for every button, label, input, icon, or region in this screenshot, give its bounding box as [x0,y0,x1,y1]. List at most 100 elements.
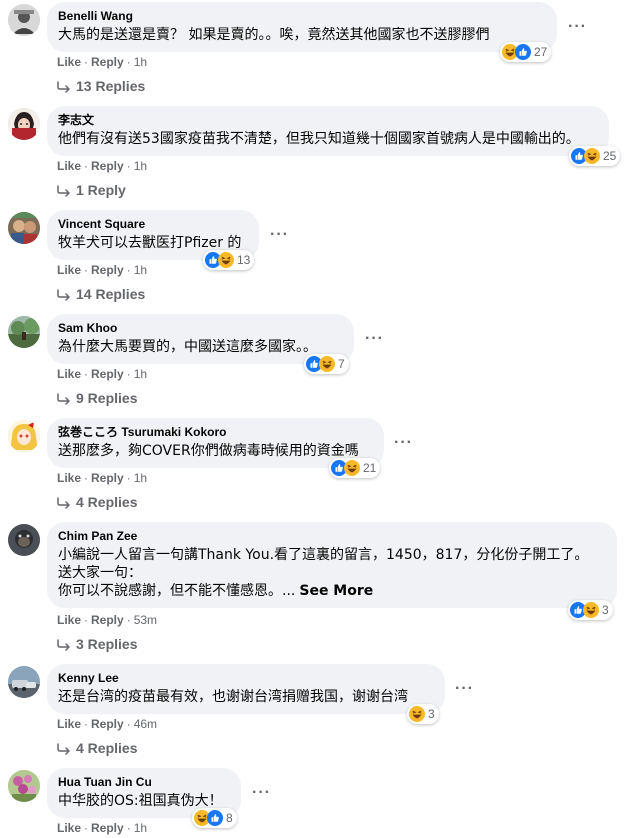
more-options-icon[interactable]: ··· [394,435,413,451]
comment-author[interactable]: Chim Pan Zee [58,529,605,543]
comment-bubble: Benelli Wang 大馬的是送還是賣？ 如果是賣的。。唉，竟然送其他國家也不… [47,2,557,52]
like-button[interactable]: Like [57,367,81,381]
view-replies-link[interactable]: 4 Replies [57,740,137,758]
view-replies-link[interactable]: 3 Replies [57,636,137,654]
replies-count-label: 14 Replies [76,286,146,302]
reply-arrow-icon [57,742,71,758]
avatar[interactable] [8,524,40,556]
like-button[interactable]: Like [57,821,81,835]
replies-count-label: 4 Replies [76,494,138,510]
reply-arrow-icon [57,80,71,96]
reply-arrow-icon [57,288,71,304]
comment-timestamp[interactable]: 1h [134,263,147,277]
comment-text: 他們有沒有送53國家疫苗我不清楚，但我只知道幾十個國家首號病人是中國輸出的。 [58,130,597,148]
more-options-icon[interactable]: ··· [568,19,587,35]
reaction-summary[interactable]: 25 [569,146,621,166]
separator-dot: · [84,159,89,173]
reply-button[interactable]: Reply [91,471,124,485]
more-options-icon[interactable]: ··· [270,227,289,243]
comment-timestamp[interactable]: 1h [134,159,147,173]
avatar[interactable] [8,212,40,244]
separator-dot: · [84,717,89,731]
view-replies-link[interactable]: 13 Replies [57,78,145,96]
more-options-icon[interactable]: ··· [365,331,384,347]
separator-dot: · [126,367,131,381]
replies-count-label: 1 Reply [76,182,126,198]
haha-reaction-icon [319,356,335,372]
reaction-count: 8 [226,811,233,825]
view-replies-link[interactable]: 1 Reply [57,182,126,200]
comment-text-line: 中华胶的OS:祖国真伪大！ [58,793,223,809]
comment-timestamp[interactable]: 1h [134,471,147,485]
like-button[interactable]: Like [57,263,81,277]
reply-button[interactable]: Reply [91,159,124,173]
like-button[interactable]: Like [57,471,81,485]
reaction-summary[interactable]: 3 [407,704,439,724]
separator-dot: · [126,55,131,69]
comment-actions: Like · Reply · 1h [57,55,147,69]
more-options-icon[interactable]: ··· [455,681,474,697]
avatar[interactable] [8,420,40,452]
reaction-count: 21 [363,461,377,475]
reaction-count: 3 [602,603,609,617]
reply-button[interactable]: Reply [91,717,124,731]
comment-text-line: 為什麼大馬要買的，中國送這麼多國家。。 [58,339,317,355]
comment-timestamp[interactable]: 1h [134,821,147,835]
reaction-summary[interactable]: 8 [192,808,237,828]
view-replies-link[interactable]: 9 Replies [57,390,137,408]
reply-button[interactable]: Reply [91,821,124,835]
more-options-icon[interactable]: ··· [252,785,271,801]
comment-author[interactable]: Sam Khoo [58,321,342,335]
separator-dot: · [126,821,131,835]
reply-button[interactable]: Reply [91,55,124,69]
comment-timestamp[interactable]: 1h [134,367,147,381]
like-button[interactable]: Like [57,55,81,69]
reaction-summary[interactable]: 27 [500,42,552,62]
avatar[interactable] [8,316,40,348]
separator-dot: · [126,471,131,485]
comment-author[interactable]: Kenny Lee [58,671,433,685]
separator-dot: · [84,55,89,69]
view-replies-link[interactable]: 14 Replies [57,286,145,304]
like-button[interactable]: Like [57,717,81,731]
like-button[interactable]: Like [57,159,81,173]
comment-timestamp[interactable]: 1h [134,55,147,69]
like-button[interactable]: Like [57,613,81,627]
comment-author[interactable]: Hua Tuan Jin Cu [58,775,229,789]
avatar[interactable] [8,770,40,802]
comment-author[interactable]: Benelli Wang [58,9,545,23]
reply-button[interactable]: Reply [91,263,124,277]
comment-actions: Like · Reply · 1h [57,471,147,485]
separator-dot: · [126,613,131,627]
separator-dot: · [126,159,131,173]
see-more-link[interactable]: See More [299,583,373,599]
reaction-summary[interactable]: 13 [203,250,255,270]
comment-text-line: 送那麽多，夠COVER你們做病毒時候用的資金嗎 [58,443,359,459]
reaction-count: 3 [428,707,435,721]
reaction-summary[interactable]: 21 [329,458,381,478]
reaction-summary[interactable]: 7 [304,354,349,374]
comment-author[interactable]: Vincent Square [58,217,247,231]
reaction-summary[interactable]: 3 [568,600,613,620]
separator-dot: · [126,717,131,731]
comment-text: 还是台湾的疫苗最有效，也谢谢台湾捐赠我国，谢谢台湾 [58,688,433,706]
replies-count-label: 3 Replies [76,636,138,652]
avatar[interactable] [8,4,40,36]
comment-timestamp[interactable]: 53m [134,613,157,627]
reply-button[interactable]: Reply [91,367,124,381]
reply-button[interactable]: Reply [91,613,124,627]
avatar[interactable] [8,666,40,698]
view-replies-link[interactable]: 4 Replies [57,494,137,512]
comment-author[interactable]: 李志文 [58,113,597,127]
comment-timestamp[interactable]: 46m [134,717,157,731]
comment-text-line: 大馬的是送還是賣？ 如果是賣的。。唉，竟然送其他國家也不送膠膠們 [58,27,490,43]
comment-text: 送大家一句： [58,564,605,582]
comment-author[interactable]: 弦巻こころ Tsurumaki Kokoro [58,425,372,439]
comment-actions: Like · Reply · 1h [57,367,147,381]
comment-text-line: 小編說一人留言一句講Thank You.看了這裏的留言，1450，817，分化份… [58,547,589,563]
like-reaction-icon [515,44,531,60]
reaction-count: 13 [237,253,251,267]
haha-reaction-icon [584,148,600,164]
avatar[interactable] [8,108,40,140]
separator-dot: · [126,263,131,277]
